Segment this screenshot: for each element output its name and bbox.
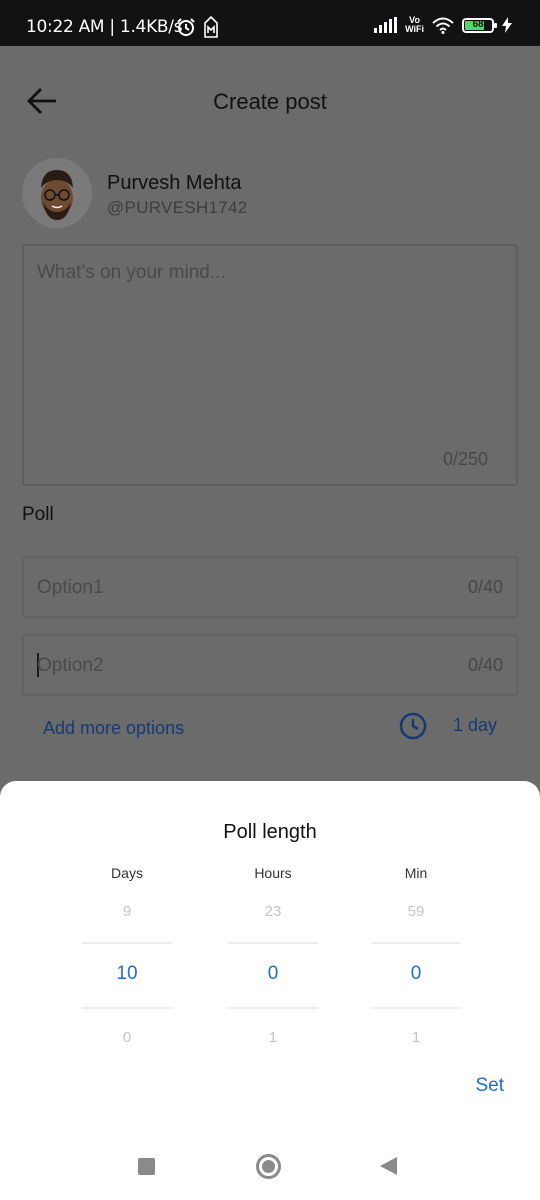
picker-next-value[interactable]: 1 [228, 1029, 318, 1046]
divider [82, 1007, 172, 1009]
navigation-bar [0, 1130, 540, 1200]
page-title: Create post [213, 89, 327, 114]
picker-selected-value[interactable]: 10 [82, 963, 172, 985]
clock-icon[interactable] [399, 712, 427, 740]
user-name: Purvesh Mehta [107, 172, 242, 194]
days-picker[interactable]: Days 9 10 0 [82, 865, 172, 1046]
poll-duration[interactable]: 1 day [453, 715, 497, 736]
post-text-placeholder: What’s on your mind... [37, 262, 226, 283]
hours-picker[interactable]: Hours 23 0 1 [228, 865, 318, 1046]
picker-next-value[interactable]: 1 [371, 1029, 461, 1046]
sim-icon [204, 16, 218, 38]
battery-level: 68 [472, 18, 484, 30]
set-button[interactable]: Set [475, 1075, 504, 1097]
charging-icon [502, 17, 512, 33]
poll-option-char-count: 0/40 [467, 655, 503, 675]
divider [228, 942, 318, 944]
status-bar: 10:22 AM | 1.4KB/s Vo WiFi 68 [0, 0, 540, 46]
poll-label: Poll [22, 504, 54, 525]
add-more-options-button[interactable]: Add more options [43, 718, 184, 739]
poll-option-char-count: 0/40 [467, 577, 503, 597]
wifi-icon [432, 17, 454, 34]
poll-option-placeholder: Option2 [37, 655, 104, 676]
avatar-image [41, 170, 73, 220]
poll-option-1-input[interactable]: Option1 0/40 [22, 556, 518, 618]
picker-next-value[interactable]: 0 [82, 1029, 172, 1046]
sheet-title: Poll length [223, 821, 317, 843]
minutes-picker[interactable]: Min 59 0 1 [371, 865, 461, 1046]
divider [371, 942, 461, 944]
avatar[interactable] [22, 158, 92, 228]
signal-icon [374, 17, 398, 33]
post-text-input[interactable]: What’s on your mind... 0/250 [22, 244, 518, 486]
picker-selected-value[interactable]: 0 [371, 963, 461, 985]
vowifi-icon: Vo WiFi [405, 15, 424, 34]
divider [371, 1007, 461, 1009]
alarm-icon [177, 18, 195, 36]
picker-header: Hours [254, 865, 292, 881]
post-char-count: 0/250 [442, 449, 488, 469]
picker-header: Min [404, 865, 428, 881]
picker-prev-value[interactable]: 59 [371, 903, 461, 920]
poll-option-placeholder: Option1 [37, 577, 104, 598]
picker-prev-value[interactable]: 9 [82, 903, 172, 920]
poll-option-2-input[interactable]: Option2 0/40 [22, 634, 518, 696]
back-icon[interactable] [380, 1157, 397, 1175]
recent-apps-icon[interactable] [138, 1158, 155, 1175]
divider [82, 942, 172, 944]
battery-icon: 68 [462, 17, 497, 33]
picker-prev-value[interactable]: 23 [228, 903, 318, 920]
status-time: 10:22 AM | 1.4KB/s [26, 17, 183, 37]
picker-header: Days [111, 865, 143, 881]
divider [228, 1007, 318, 1009]
home-icon[interactable] [256, 1154, 281, 1179]
user-handle: @PURVESH1742 [107, 198, 248, 217]
picker-selected-value[interactable]: 0 [228, 963, 318, 985]
